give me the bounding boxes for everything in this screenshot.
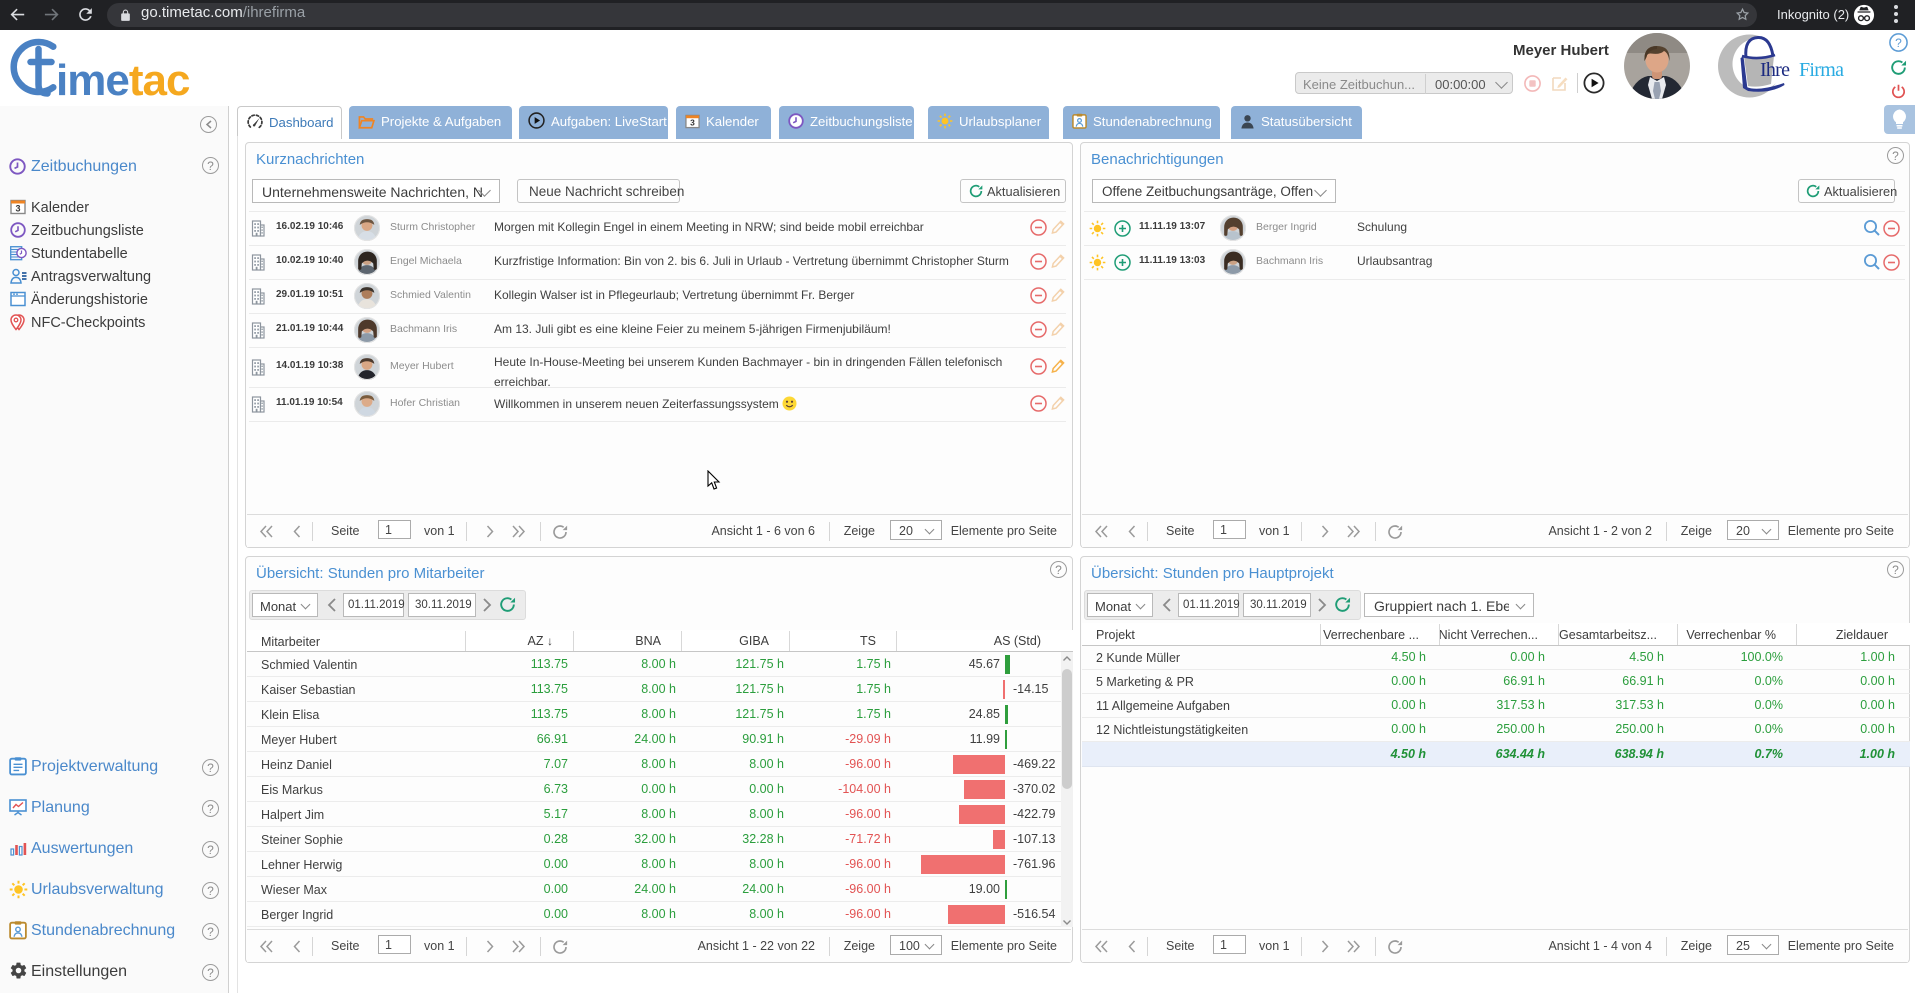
svg-text:3: 3 bbox=[15, 204, 20, 214]
svg-text:?: ? bbox=[1895, 36, 1902, 50]
svg-text:Firma: Firma bbox=[1799, 59, 1844, 81]
svg-text:3: 3 bbox=[690, 118, 695, 128]
svg-text:imetac: imetac bbox=[56, 56, 190, 102]
svg-text:Ihre: Ihre bbox=[1760, 59, 1790, 81]
